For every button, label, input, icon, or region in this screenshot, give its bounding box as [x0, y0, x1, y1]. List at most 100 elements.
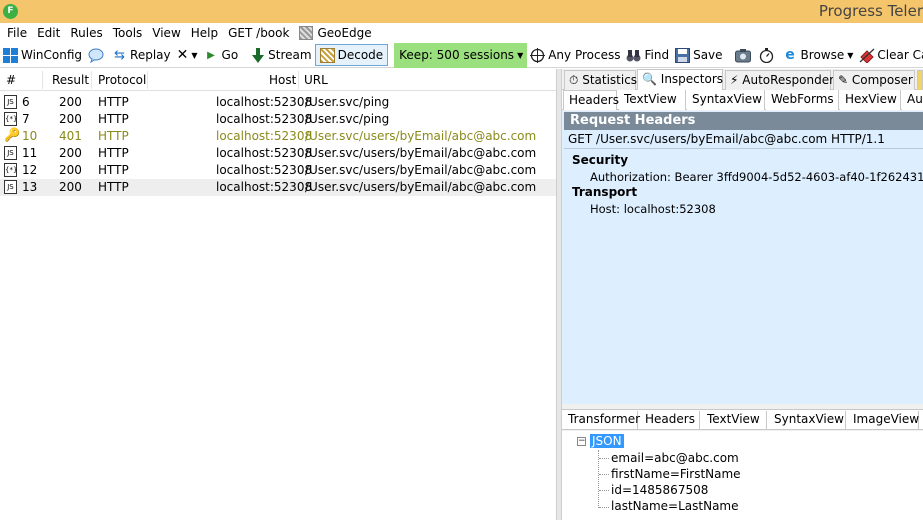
title-bar: F Progress Teler — [0, 0, 923, 23]
column-host[interactable]: Host — [269, 73, 296, 87]
collapse-toggle-icon[interactable]: − — [577, 437, 586, 446]
find-button[interactable]: Find — [623, 44, 672, 67]
menu-tools[interactable]: Tools — [108, 23, 148, 43]
column-divider[interactable] — [42, 71, 43, 89]
resp-tab-headers[interactable]: Headers — [639, 411, 700, 430]
session-protocol: HTTP — [98, 112, 129, 126]
tab-autoresponder[interactable]: ⚡ AutoResponder — [725, 70, 834, 90]
remove-button[interactable]: ✕ ▼ — [174, 44, 201, 67]
menu-view[interactable]: View — [147, 23, 185, 43]
tab-inspectors-label: Inspectors — [660, 72, 724, 86]
session-row[interactable]: JS 11 200 HTTP localhost:52308 /User.svc… — [0, 145, 556, 162]
column-result[interactable]: Result — [52, 73, 89, 87]
column-divider[interactable] — [91, 71, 92, 89]
winconfig-label: WinConfig — [21, 48, 83, 62]
keep-sessions-dropdown[interactable]: Keep: 500 sessions ▼ — [394, 42, 528, 68]
session-protocol: HTTP — [98, 180, 129, 194]
decode-button[interactable]: Decode — [314, 44, 389, 66]
req-tab-hexview[interactable]: HexView — [840, 90, 901, 110]
req-tab-webforms[interactable]: WebForms — [766, 90, 839, 110]
lightning-icon: ⚡ — [730, 73, 739, 87]
resp-tab-textview[interactable]: TextView — [701, 411, 767, 430]
menu-get-book[interactable]: GET /book — [223, 23, 294, 43]
tab-composer-label: Composer — [851, 73, 913, 87]
any-process-button[interactable]: Any Process — [527, 44, 623, 67]
fiddler-app-icon[interactable]: F — [3, 4, 18, 19]
json-root-node[interactable]: JSON — [590, 434, 624, 448]
resp-tab-transformer[interactable]: Transformer — [562, 411, 640, 430]
menu-help[interactable]: Help — [186, 23, 223, 43]
column-divider[interactable] — [147, 71, 148, 89]
json-node-lastname[interactable]: lastName=LastName — [611, 499, 739, 513]
save-button[interactable]: Save — [672, 44, 725, 67]
tab-statistics[interactable]: ⏱ Statistics — [564, 70, 638, 90]
session-row[interactable]: 🔑 10 401 HTTP localhost:52308 /User.svc/… — [0, 128, 556, 145]
menu-geoedge-label: GeoEdge — [317, 26, 372, 40]
stream-label: Stream — [268, 48, 312, 62]
windows-logo-icon — [3, 47, 18, 63]
tree-connector — [599, 474, 609, 475]
request-tab-strip: Headers TextView SyntaxView WebForms Hex… — [562, 90, 923, 110]
session-row[interactable]: {*} 7 200 HTTP localhost:52308 /User.svc… — [0, 111, 556, 128]
go-button[interactable]: ▶ Go — [201, 44, 242, 67]
keep-sessions-label: Keep: 500 sessions — [399, 48, 515, 62]
menu-rules[interactable]: Rules — [65, 23, 107, 43]
timer-button[interactable] — [756, 44, 780, 67]
header-authorization[interactable]: Authorization: Bearer 3ffd9004-5d52-4603… — [590, 170, 923, 184]
screenshot-button[interactable] — [732, 44, 756, 67]
req-tab-auth[interactable]: Au — [902, 90, 923, 110]
json-node-id[interactable]: id=1485867508 — [611, 483, 708, 497]
session-host: localhost:52308 — [216, 95, 313, 109]
tree-connector — [599, 507, 609, 508]
session-list[interactable]: # Result Protocol Host URL JS 6 200 HTTP… — [0, 69, 556, 520]
stopwatch-icon — [759, 47, 774, 63]
resp-tab-syntaxview[interactable]: SyntaxView — [768, 411, 846, 430]
tab-statistics-label: Statistics — [582, 73, 638, 87]
session-result: 200 — [59, 112, 82, 126]
any-process-label: Any Process — [548, 48, 621, 62]
header-host[interactable]: Host: localhost:52308 — [590, 202, 716, 216]
req-tab-headers[interactable]: Headers — [563, 90, 619, 110]
browse-button[interactable]: e Browse ▼ — [780, 44, 857, 67]
javascript-file-icon: JS — [4, 180, 17, 194]
session-row[interactable]: JS 13 200 HTTP localhost:52308 /User.svc… — [0, 179, 556, 196]
column-url[interactable]: URL — [304, 73, 328, 87]
comment-button[interactable] — [85, 44, 109, 67]
json-node-firstname[interactable]: firstName=FirstName — [611, 467, 741, 481]
resp-tab-imageview[interactable]: ImageView — [847, 411, 919, 430]
session-result: 401 — [59, 129, 82, 143]
replay-button[interactable]: ⇆ Replay — [109, 44, 174, 67]
tab-overflow[interactable] — [917, 70, 923, 90]
clear-cache-label: Clear Cache — [877, 48, 923, 62]
stream-arrow-icon — [250, 47, 265, 63]
column-divider[interactable] — [298, 71, 299, 89]
crosshair-icon — [530, 47, 546, 63]
header-group-security[interactable]: Security — [572, 153, 628, 167]
header-group-transport[interactable]: Transport — [572, 185, 637, 199]
winconfig-button[interactable]: WinConfig — [0, 44, 85, 67]
go-label: Go — [221, 48, 239, 62]
stream-button[interactable]: Stream — [247, 44, 314, 67]
session-protocol: HTTP — [98, 163, 129, 177]
session-host: localhost:52308 — [216, 163, 313, 177]
json-tree-view[interactable]: − JSON email=abc@abc.com firstName=First… — [562, 431, 923, 520]
session-url: /User.svc/users/byEmail/abc@abc.com — [305, 146, 537, 160]
column-protocol[interactable]: Protocol — [98, 73, 146, 87]
session-num: 11 — [22, 146, 38, 160]
clear-cache-button[interactable]: Clear Cache — [856, 44, 923, 67]
menu-geoedge[interactable]: GeoEdge — [294, 23, 376, 43]
session-result: 200 — [59, 146, 82, 160]
request-line[interactable]: GET /User.svc/users/byEmail/abc@abc.com … — [568, 132, 885, 146]
req-tab-textview[interactable]: TextView — [619, 90, 686, 110]
stopwatch-icon: ⏱ — [569, 73, 579, 87]
menu-edit[interactable]: Edit — [32, 23, 65, 43]
session-row[interactable]: JS 6 200 HTTP localhost:52308 /User.svc/… — [0, 94, 556, 111]
tab-inspectors[interactable]: 🔍 Inspectors — [637, 69, 723, 91]
column-num[interactable]: # — [6, 73, 16, 87]
tab-composer[interactable]: ✎ Composer — [833, 70, 915, 90]
menu-file[interactable]: File — [2, 23, 32, 43]
json-node-email[interactable]: email=abc@abc.com — [611, 451, 739, 465]
session-row[interactable]: {*} 12 200 HTTP localhost:52308 /User.sv… — [0, 162, 556, 179]
req-tab-syntaxview[interactable]: SyntaxView — [687, 90, 765, 110]
json-file-icon: {*} — [4, 112, 17, 126]
